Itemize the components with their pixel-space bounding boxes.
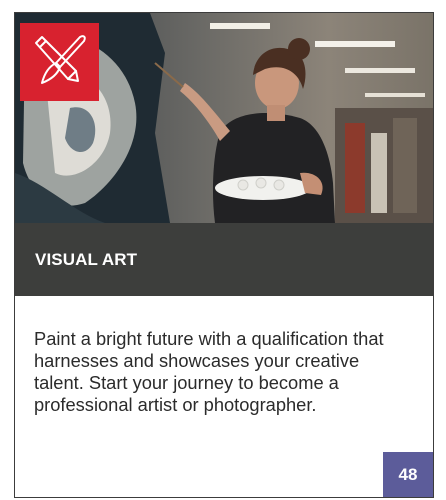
course-count: 48 [398,464,418,484]
pencil-brush-cross-icon [35,35,86,84]
card-title-bar: VISUAL ART [15,223,433,296]
card-description: Paint a bright future with a qualificati… [34,328,384,415]
card-title[interactable]: VISUAL ART [35,250,137,270]
visual-art-category-badge [20,23,99,101]
course-count-badge: 48 [383,452,433,497]
course-category-card[interactable]: VISUAL ART Paint a bright future with a … [14,12,434,498]
